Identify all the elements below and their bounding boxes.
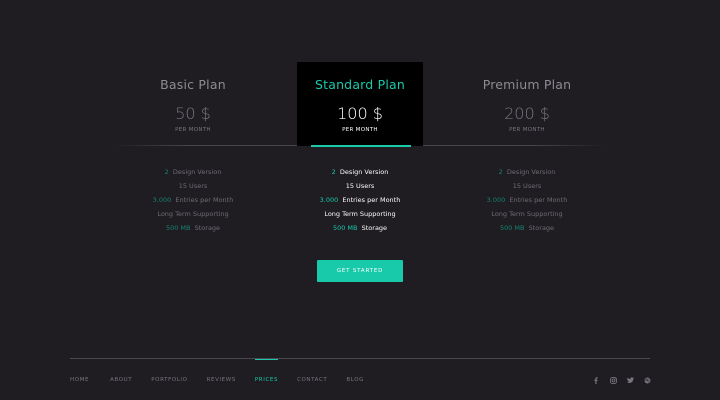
feature-label: Storage [361, 224, 388, 232]
plan-card-basic: Basic Plan 50 $ PER MONTH 2 Design Versi… [130, 62, 256, 254]
feature-item: 500 MB Storage [464, 224, 590, 238]
feature-value: 3.000 [486, 196, 506, 204]
plan-card-standard: Standard Plan 100 $ PER MONTH 2 Design V… [297, 62, 423, 254]
plan-card-premium: Premium Plan 200 $ PER MONTH 2 Design Ve… [464, 62, 590, 254]
feature-value: 500 MB [165, 224, 191, 232]
plan-features: 2 Design Version 15 Users 3.000 Entries … [464, 168, 590, 238]
feature-label: Storage [194, 224, 221, 232]
feature-value: 3.000 [319, 196, 339, 204]
feature-item: 500 MB Storage [130, 224, 256, 238]
feature-item: 3.000 Entries per Month [464, 196, 590, 210]
feature-value: 500 MB [332, 224, 358, 232]
feature-item: 15 Users [130, 182, 256, 196]
feature-item: 15 Users [464, 182, 590, 196]
feature-item: 2 Design Version [297, 168, 423, 182]
nav-link-blog[interactable]: BLOG [346, 376, 364, 386]
plan-name: Basic Plan [160, 77, 226, 92]
plan-header: Basic Plan 50 $ PER MONTH [130, 62, 256, 146]
get-started-button[interactable]: GET STARTED [317, 260, 403, 282]
feature-label: Entries per Month [175, 196, 234, 204]
feature-label: Entries per Month [342, 196, 401, 204]
feature-value: 3.000 [152, 196, 172, 204]
plan-name: Standard Plan [314, 77, 406, 92]
feature-label: Design Version [506, 168, 556, 176]
footer-nav: HOME ABOUT PORTFOLIO REVIEWS PRICES CONT… [70, 359, 364, 386]
feature-item: 2 Design Version [130, 168, 256, 182]
social-links [592, 376, 651, 384]
feature-item: 3.000 Entries per Month [130, 196, 256, 210]
plan-price: 50 $ [175, 104, 211, 123]
plan-price: 100 $ [337, 104, 383, 123]
feature-item: 500 MB Storage [297, 224, 423, 238]
nav-link-portfolio[interactable]: PORTFOLIO [151, 376, 187, 386]
feature-label: Entries per Month [509, 196, 568, 204]
nav-link-prices[interactable]: PRICES [254, 359, 279, 386]
feature-label: Long Term Supporting [491, 210, 563, 218]
facebook-icon[interactable] [592, 376, 600, 384]
pricing-section: Basic Plan 50 $ PER MONTH 2 Design Versi… [0, 0, 720, 300]
feature-label: Design Version [172, 168, 222, 176]
feature-item: 2 Design Version [464, 168, 590, 182]
dribbble-icon[interactable] [643, 376, 651, 384]
nav-link-contact[interactable]: CONTACT [297, 376, 327, 386]
feature-label: 15 Users [345, 182, 375, 190]
feature-label: Storage [528, 224, 555, 232]
feature-label: Long Term Supporting [324, 210, 396, 218]
nav-link-reviews[interactable]: REVIEWS [207, 376, 236, 386]
plan-features: 2 Design Version 15 Users 3.000 Entries … [297, 168, 423, 238]
twitter-icon[interactable] [626, 376, 634, 384]
feature-item: Long Term Supporting [130, 210, 256, 224]
feature-label: 15 Users [178, 182, 208, 190]
feature-label: Long Term Supporting [157, 210, 229, 218]
nav-link-about[interactable]: ABOUT [110, 376, 132, 386]
plan-price: 200 $ [504, 104, 550, 123]
feature-label: Design Version [339, 168, 389, 176]
plan-period: PER MONTH [175, 127, 211, 133]
plan-features: 2 Design Version 15 Users 3.000 Entries … [130, 168, 256, 238]
instagram-icon[interactable] [609, 376, 617, 384]
nav-link-home[interactable]: HOME [70, 376, 89, 386]
feature-item: 3.000 Entries per Month [297, 196, 423, 210]
plan-name: Premium Plan [482, 77, 572, 92]
featured-plan-accent [311, 145, 411, 147]
feature-item: Long Term Supporting [464, 210, 590, 224]
plan-header: Premium Plan 200 $ PER MONTH [464, 62, 590, 146]
feature-label: 15 Users [512, 182, 542, 190]
feature-value: 2 [498, 168, 503, 176]
plan-period: PER MONTH [342, 127, 378, 133]
plan-header: Standard Plan 100 $ PER MONTH [297, 62, 423, 147]
feature-value: 500 MB [499, 224, 525, 232]
feature-item: 15 Users [297, 182, 423, 196]
plan-period: PER MONTH [509, 127, 545, 133]
feature-item: Long Term Supporting [297, 210, 423, 224]
footer-divider [70, 358, 650, 359]
feature-value: 2 [164, 168, 169, 176]
feature-value: 2 [331, 168, 336, 176]
